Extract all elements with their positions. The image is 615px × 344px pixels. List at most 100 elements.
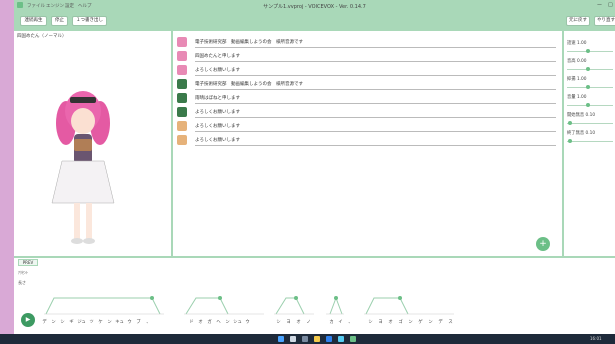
character-avatar-icon[interactable] — [177, 93, 187, 103]
kana-label[interactable]: ジュ — [77, 319, 86, 325]
param-volume-slider[interactable] — [567, 105, 613, 106]
param-intonation-slider[interactable] — [567, 87, 613, 88]
character-portrait — [51, 91, 115, 244]
kana-label[interactable]: ゴ — [396, 319, 405, 325]
kana-label[interactable]: オ — [196, 319, 205, 325]
store-icon[interactable] — [338, 336, 344, 342]
utterance-text[interactable]: 電子技術研究部 動画編集しようの会 様所音源です — [195, 81, 303, 87]
utterance-text[interactable]: 四国めたんと申します — [195, 53, 240, 59]
param-pitch-slider[interactable] — [567, 69, 613, 70]
browser-icon[interactable] — [326, 336, 332, 342]
slider-handle[interactable] — [586, 49, 590, 53]
kana-label[interactable]: ン — [406, 319, 415, 325]
param-speed-label: 話速 1.00 — [567, 41, 587, 46]
slider-handle[interactable] — [586, 67, 590, 71]
slider-handle[interactable] — [568, 139, 572, 143]
kana-label[interactable]: シ — [58, 319, 67, 325]
character-avatar-icon[interactable] — [177, 37, 187, 47]
kana-label[interactable]: ン — [49, 319, 58, 325]
windows-start-icon[interactable] — [278, 336, 284, 342]
utterance-text[interactable]: よろしくお願いします — [195, 109, 240, 115]
list-item[interactable]: 雨晴はぼねと申します — [175, 91, 560, 105]
file-explorer-icon[interactable] — [314, 336, 320, 342]
kana-label[interactable]: ン — [105, 319, 114, 325]
kana-label[interactable]: ゲ — [416, 319, 425, 325]
character-avatar-icon[interactable] — [177, 107, 187, 117]
add-utterance-button[interactable]: + — [536, 237, 550, 251]
utterance-text[interactable]: 雨晴はぼねと申します — [195, 95, 240, 101]
slider-handle[interactable] — [586, 103, 590, 107]
utterance-text[interactable]: 電子技術研究部 動画編集しようの会 様所音源です — [195, 39, 303, 45]
undo-button[interactable]: 元に戻す — [566, 16, 590, 26]
kana-label[interactable]: ウ — [243, 319, 252, 325]
voicevox-app-icon[interactable] — [350, 336, 356, 342]
text-underline — [195, 117, 556, 118]
param-speed-slider[interactable] — [567, 51, 613, 52]
character-avatar-icon[interactable] — [177, 135, 187, 145]
task-view-icon[interactable] — [302, 336, 308, 342]
character-avatar-icon[interactable] — [177, 51, 187, 61]
play-button[interactable]: ▶ — [21, 313, 35, 327]
kana-pause[interactable]: 、 — [346, 319, 355, 325]
list-item[interactable]: よろしくお願いします — [175, 63, 560, 77]
kana-label[interactable]: ケ — [96, 319, 105, 325]
kana-label[interactable]: ヨ — [376, 319, 385, 325]
list-item[interactable]: よろしくお願いします — [175, 133, 560, 147]
character-avatar-icon[interactable] — [177, 121, 187, 131]
text-underline — [195, 75, 556, 76]
kana-label[interactable]: ン — [426, 319, 435, 325]
character-avatar-icon[interactable] — [177, 79, 187, 89]
param-volume-label: 音量 1.00 — [567, 95, 587, 100]
kana-label[interactable]: ギ — [67, 319, 76, 325]
param-pre-silence-slider[interactable] — [567, 123, 613, 124]
kana-label[interactable]: ウ — [125, 319, 134, 325]
text-underline — [195, 47, 556, 48]
kana-label[interactable]: ヨ — [284, 319, 293, 325]
character-portrait-pane: 四国めたん（ノーマル） — [14, 31, 171, 256]
kana-label[interactable]: ツ — [87, 319, 96, 325]
param-post-silence-slider[interactable] — [567, 141, 613, 142]
text-underline — [195, 89, 556, 90]
kana-label[interactable]: カ — [327, 319, 336, 325]
kana-label[interactable]: デ — [40, 319, 49, 325]
stop-button[interactable]: 停止 — [51, 16, 68, 26]
kana-label[interactable]: オ — [294, 319, 303, 325]
utterance-text[interactable]: よろしくお願いします — [195, 67, 240, 73]
kana-label[interactable]: デ — [436, 319, 445, 325]
kana-label[interactable]: ン — [223, 319, 232, 325]
kana-label[interactable]: オ — [386, 319, 395, 325]
kana-label[interactable]: イ — [336, 319, 345, 325]
utterance-text[interactable]: よろしくお願いします — [195, 137, 240, 143]
utterance-list: 電子技術研究部 動画編集しようの会 様所音源です 四国めたんと申します よろしく… — [173, 31, 562, 256]
kana-label[interactable]: ヘ — [214, 319, 223, 325]
kana-label[interactable]: ブ — [134, 319, 143, 325]
kana-label[interactable]: シ — [274, 319, 283, 325]
maximize-icon[interactable]: □ — [608, 2, 613, 8]
export-one-button[interactable]: １つ書き出し — [72, 16, 107, 26]
kana-label[interactable]: シュ — [233, 319, 242, 325]
kana-label[interactable]: ノ — [304, 319, 313, 325]
kana-pause[interactable]: 、 — [144, 319, 153, 325]
slider-handle[interactable] — [568, 121, 572, 125]
list-item[interactable]: 四国めたんと申します — [175, 49, 560, 63]
play-all-button[interactable]: 連続再生 — [20, 16, 47, 26]
kana-label[interactable]: キュ — [115, 319, 124, 325]
clock-time[interactable]: 16:01 — [590, 336, 602, 341]
list-item[interactable]: よろしくお願いします — [175, 105, 560, 119]
kana-label[interactable]: ス — [446, 319, 455, 325]
list-item[interactable]: よろしくお願いします — [175, 119, 560, 133]
search-icon[interactable] — [290, 336, 296, 342]
param-post-silence-label: 終了無音 0.10 — [567, 131, 596, 136]
list-item[interactable]: 電子技術研究部 動画編集しようの会 様所音源です — [175, 77, 560, 91]
minimize-icon[interactable]: ー — [597, 2, 602, 9]
character-avatar-icon[interactable] — [177, 65, 187, 75]
redo-button[interactable]: やり直す — [594, 16, 615, 26]
text-underline — [195, 61, 556, 62]
kana-label[interactable]: ド — [187, 319, 196, 325]
kana-label[interactable]: シ — [366, 319, 375, 325]
slider-handle[interactable] — [586, 85, 590, 89]
toolbar: 連続再生 停止 １つ書き出し 元に戻す やり直す — [14, 11, 615, 31]
kana-label[interactable]: ガ — [205, 319, 214, 325]
utterance-text[interactable]: よろしくお願いします — [195, 123, 240, 129]
list-item[interactable]: 電子技術研究部 動画編集しようの会 様所音源です — [175, 35, 560, 49]
